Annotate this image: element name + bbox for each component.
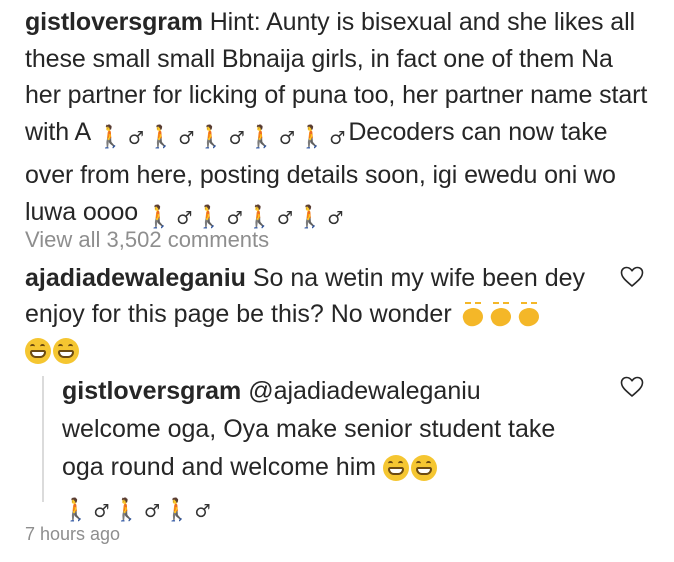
reply-thread-line — [42, 376, 44, 502]
male-sign: ♂ — [228, 127, 245, 149]
walking-man-emoji: 🚶 — [247, 124, 275, 150]
view-all-comments-link[interactable]: View all 3,502 comments — [25, 225, 269, 255]
male-sign: ♂ — [194, 501, 211, 522]
clapping-hands-emoji — [515, 302, 543, 328]
walking-man-emoji: 🚶 — [297, 124, 326, 150]
walking-man-emoji: 🚶 — [62, 498, 90, 523]
male-sign: ♂ — [178, 127, 195, 149]
reply-like-heart-icon[interactable] — [620, 376, 644, 398]
comment: ajadiadewaleganiu So na wetin my wife be… — [25, 260, 595, 368]
comment-username[interactable]: ajadiadewaleganiu — [25, 264, 246, 292]
male-sign: ♂ — [327, 207, 344, 229]
walking-man-emoji: 🚶 — [295, 204, 324, 230]
clapping-hands-emoji — [487, 302, 515, 328]
walking-man-emoji: 🚶 — [163, 498, 191, 523]
walking-man-emoji: 🚶 — [197, 124, 225, 150]
walking-man-emoji-group: 🚶 ♂ 🚶 ♂ 🚶 ♂ 🚶 ♂ 🚶 ♂ — [97, 118, 349, 158]
male-sign: ♂ — [278, 127, 295, 149]
post-caption: gistloversgram Hint: Aunty is bisexual a… — [25, 4, 655, 237]
male-sign: ♂ — [93, 501, 110, 522]
caption-username[interactable]: gistloversgram — [25, 8, 203, 36]
walking-man-emoji: 🚶 — [96, 124, 124, 150]
clapping-hands-emoji — [459, 302, 487, 328]
male-sign: ♂ — [143, 501, 161, 522]
reply-username[interactable]: gistloversgram — [62, 377, 241, 405]
reply-text: welcome oga, Oya make senior student tak… — [62, 415, 556, 481]
male-sign: ♂ — [127, 127, 144, 149]
timestamp: 7 hours ago — [25, 524, 121, 544]
grinning-face-emoji — [383, 455, 410, 482]
grinning-face-emoji — [25, 338, 51, 365]
comment-like-heart-icon[interactable] — [620, 266, 644, 288]
male-sign: ♂ — [276, 207, 293, 229]
walking-man-emoji: 🚶 — [112, 498, 140, 523]
grinning-face-emoji — [53, 338, 79, 365]
male-sign: ♂ — [329, 127, 346, 149]
reply-comment: gistloversgram @ajadiadewaleganiu welcom… — [62, 372, 597, 531]
walking-man-emoji: 🚶 — [146, 124, 175, 150]
reply-mention-link[interactable]: @ajadiadewaleganiu — [248, 377, 481, 405]
grinning-face-emoji — [411, 455, 438, 482]
